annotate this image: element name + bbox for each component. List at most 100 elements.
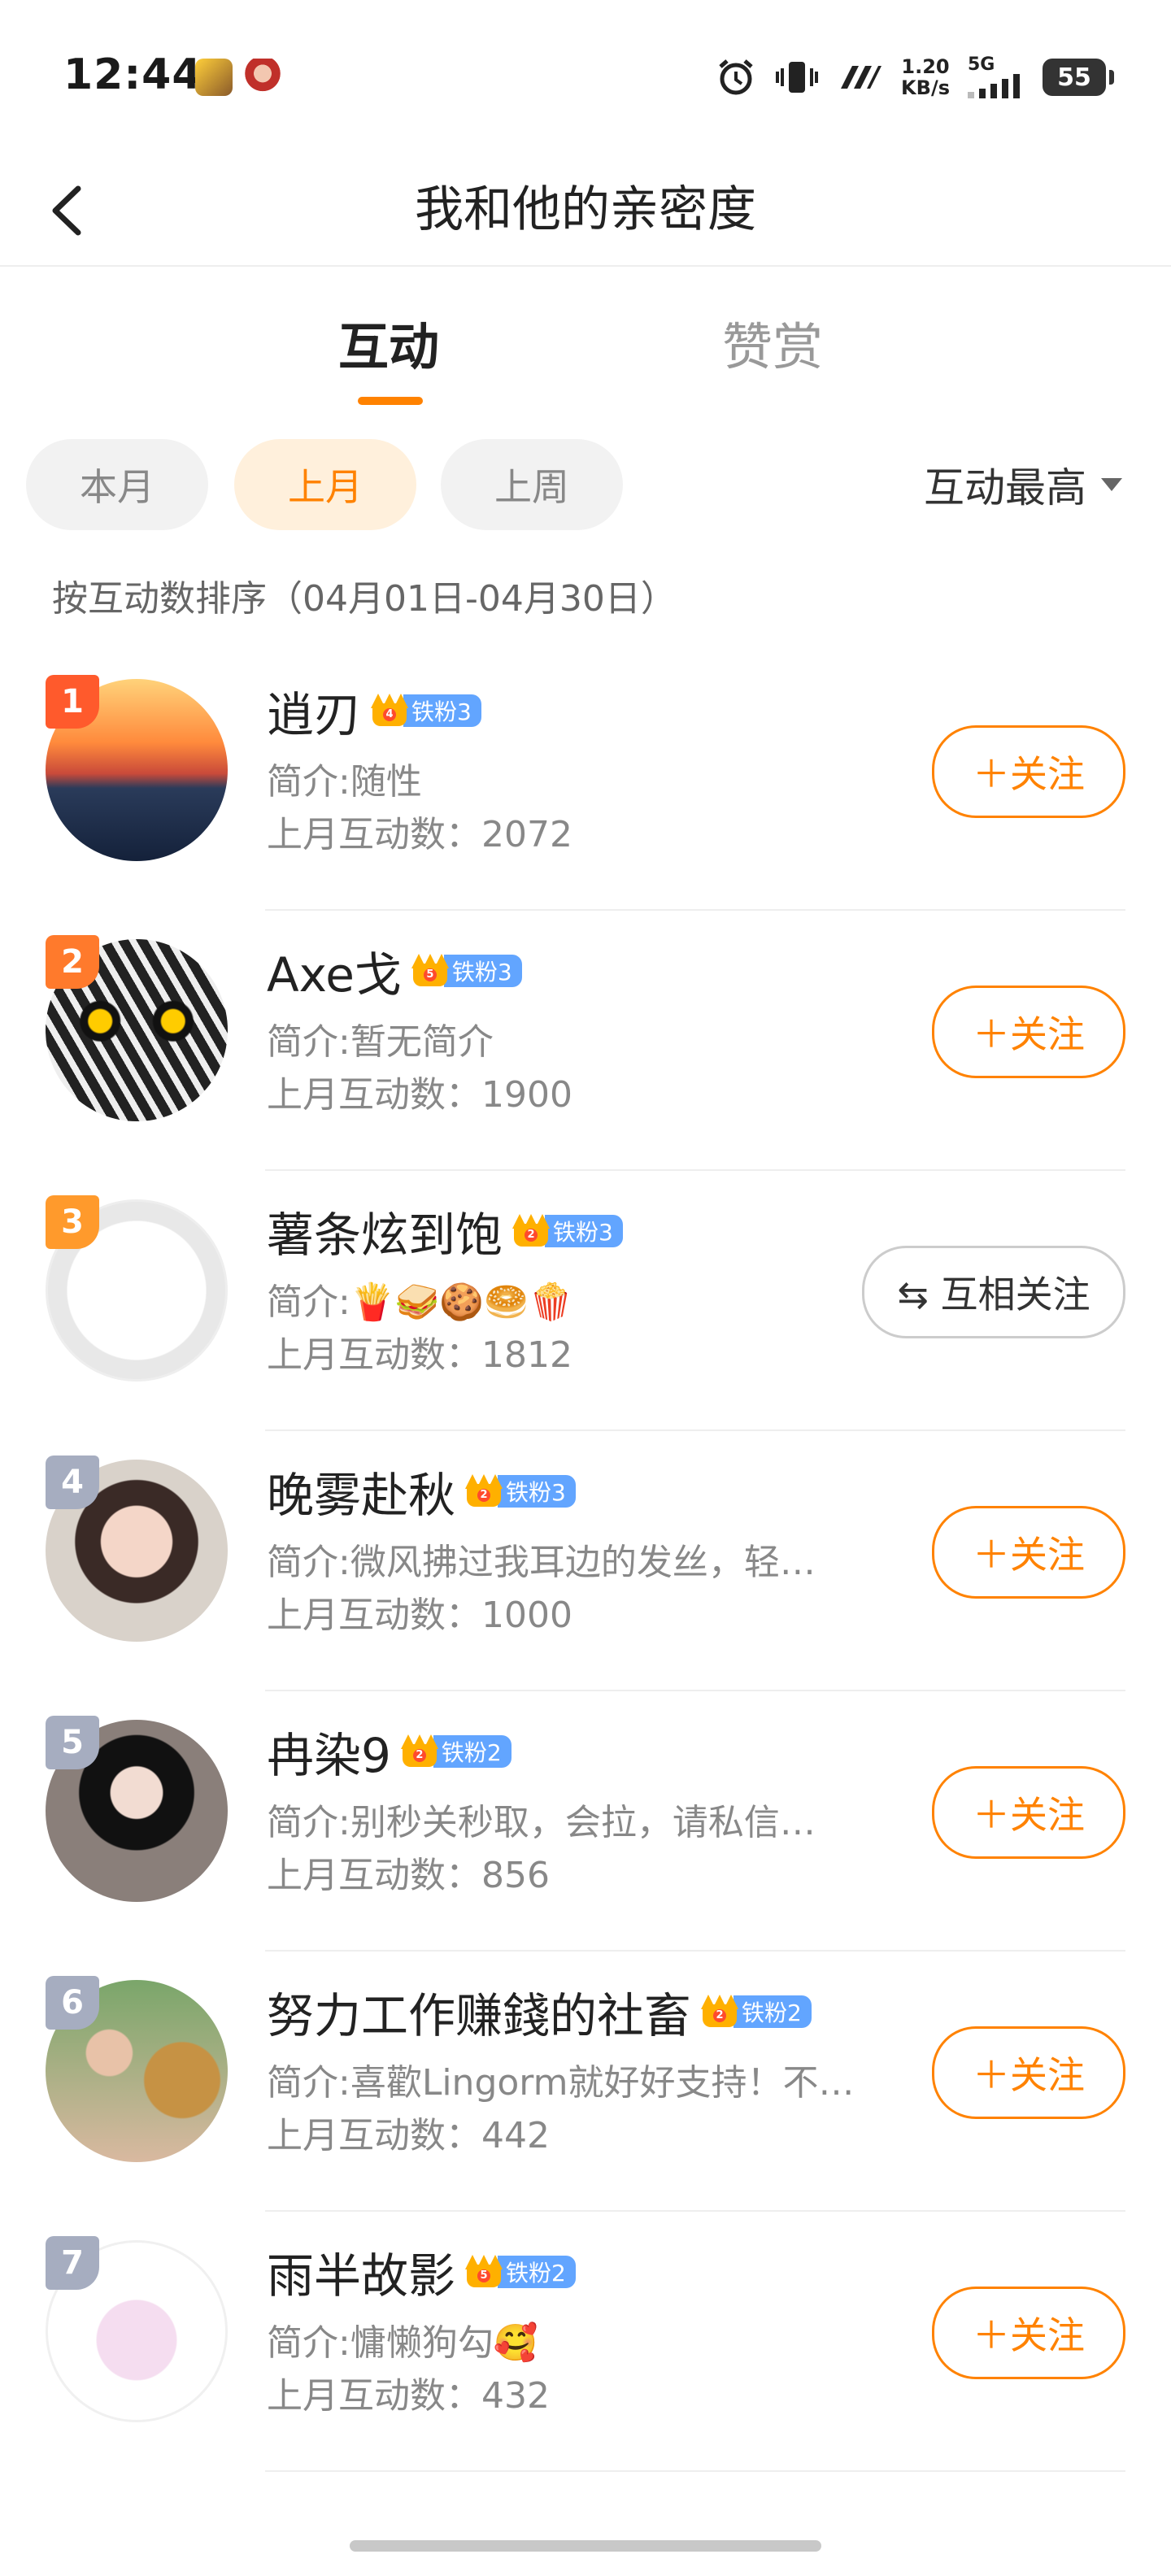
user-intro: 简介:慵懒狗勾🥰 (267, 2322, 538, 2364)
list-item[interactable]: 3 薯条炫到饱 2 铁粉3 简介:🍟🥪🍪🥯🍿 上月互动数：1812 ⇆ 互相关注 (0, 1171, 1171, 1431)
caret-down-icon (1101, 478, 1122, 491)
crown-level: 2 (713, 2009, 727, 2022)
chevron-left-icon[interactable] (41, 182, 98, 239)
name-line: 努力工作赚錢的社畜 2 铁粉2 (267, 1978, 812, 2046)
mutual-follow-button[interactable]: ⇆ 互相关注 (862, 1246, 1125, 1338)
user-name[interactable]: 逍刃 (267, 677, 361, 745)
user-intro: 简介:微风拂过我耳边的发丝，轻… (267, 1542, 816, 1583)
home-indicator[interactable] (350, 2540, 821, 2552)
rank-badge: 6 (46, 1976, 99, 2030)
interaction-count: 上月互动数：1812 (267, 1334, 572, 1376)
user-intro: 简介:别秒关秒取，会拉，请私信… (267, 1802, 816, 1843)
interaction-count: 上月互动数：442 (267, 2115, 550, 2156)
name-line: 逍刃 4 铁粉3 (267, 677, 481, 745)
fan-badge[interactable]: 2 铁粉3 (465, 1473, 576, 1510)
crown-icon: 2 (465, 1473, 503, 1510)
crown-icon: 5 (465, 2253, 503, 2291)
rank-badge: 1 (46, 675, 99, 729)
user-list: 1 逍刃 4 铁粉3 简介:随性 上月互动数：2072 ＋关注 2 Axe戈 5… (0, 651, 1171, 2472)
fan-level-label: 铁粉2 (734, 1995, 812, 2028)
nfc-icon (841, 66, 882, 89)
follow-button[interactable]: ＋关注 (932, 1506, 1125, 1599)
crown-icon: 2 (701, 1993, 739, 2030)
fan-level-label: 铁粉3 (443, 955, 522, 987)
header: 我和他的亲密度 (0, 154, 1171, 267)
name-line: 雨半故影 5 铁粉2 (267, 2238, 576, 2306)
list-item[interactable]: 1 逍刃 4 铁粉3 简介:随性 上月互动数：2072 ＋关注 (0, 651, 1171, 911)
name-line: 冉染9 2 铁粉2 (267, 1717, 511, 1786)
sort-range-text: 按互动数排序（04月01日-04月30日） (52, 578, 677, 620)
follow-button[interactable]: ＋关注 (932, 725, 1125, 818)
follow-button[interactable]: ＋关注 (932, 986, 1125, 1078)
user-name[interactable]: 努力工作赚錢的社畜 (267, 1978, 691, 2046)
crown-level: 4 (383, 708, 397, 721)
list-item[interactable]: 6 努力工作赚錢的社畜 2 铁粉2 简介:喜歡Lingorm就好好支持！不… 上… (0, 1952, 1171, 2212)
battery-icon: 55 (1043, 59, 1114, 96)
crown-level: 2 (525, 1229, 538, 1242)
page-title: 我和他的亲密度 (415, 181, 756, 238)
interaction-count: 上月互动数：1000 (267, 1595, 572, 1636)
fan-level-label: 铁粉3 (498, 1475, 576, 1508)
list-item[interactable]: 7 雨半故影 5 铁粉2 简介:慵懒狗勾🥰 上月互动数：432 ＋关注 (0, 2212, 1171, 2472)
fan-badge[interactable]: 2 铁粉2 (701, 1993, 812, 2030)
list-item[interactable]: 2 Axe戈 5 铁粉3 简介:暂无简介 上月互动数：1900 ＋关注 (0, 911, 1171, 1171)
net-speed-value: 1.20 (901, 55, 950, 78)
list-item[interactable]: 5 冉染9 2 铁粉2 简介:别秒关秒取，会拉，请私信… 上月互动数：856 ＋… (0, 1691, 1171, 1952)
follow-button[interactable]: ＋关注 (932, 2026, 1125, 2119)
filter-last-month[interactable]: 上月 (234, 439, 416, 530)
crown-level: 5 (423, 968, 437, 981)
user-intro: 简介:暂无简介 (267, 1021, 494, 1063)
sort-label: 互动最高 (924, 464, 1086, 511)
user-name[interactable]: 晚雾赴秋 (267, 1457, 455, 1525)
tab-interaction[interactable]: 互动 (338, 306, 439, 379)
rank-badge: 5 (46, 1716, 99, 1769)
name-line: 薯条炫到饱 2 铁粉3 (267, 1197, 623, 1265)
status-bar: 12:44 1.20 KB/s 5G 55 (0, 0, 1171, 154)
interaction-count: 上月互动数：856 (267, 1855, 550, 1896)
follow-button[interactable]: ＋关注 (932, 1766, 1125, 1859)
tab-active-indicator (358, 397, 423, 405)
filter-last-week[interactable]: 上周 (441, 439, 623, 530)
avatar-app-icon (244, 59, 281, 96)
interaction-count: 上月互动数：2072 (267, 814, 572, 855)
row-divider (265, 2470, 1125, 2472)
user-intro: 简介:喜歡Lingorm就好好支持！不… (267, 2062, 855, 2104)
fan-badge[interactable]: 4 铁粉3 (371, 692, 481, 729)
crown-level: 2 (477, 1489, 491, 1502)
user-name[interactable]: 薯条炫到饱 (267, 1197, 503, 1265)
crown-icon: 2 (400, 1733, 438, 1770)
tab-reward[interactable]: 赞赏 (722, 306, 823, 379)
crown-icon: 5 (411, 952, 449, 990)
user-intro: 简介:🍟🥪🍪🥯🍿 (267, 1281, 573, 1323)
user-intro: 简介:随性 (267, 761, 422, 803)
user-name[interactable]: 雨半故影 (267, 2238, 455, 2306)
rank-badge: 3 (46, 1195, 99, 1249)
tab-bar: 互动 赞赏 (0, 276, 1171, 415)
rank-badge: 4 (46, 1456, 99, 1509)
signal-icon: 5G (968, 56, 1025, 98)
interaction-count: 上月互动数：1900 (267, 1074, 572, 1116)
fan-badge[interactable]: 5 铁粉3 (411, 952, 522, 990)
filter-this-month[interactable]: 本月 (26, 439, 208, 530)
status-time: 12:44 (63, 50, 202, 99)
status-right-group: 1.20 KB/s 5G 55 (716, 49, 1114, 106)
user-name[interactable]: 冉染9 (267, 1717, 391, 1786)
crown-level: 2 (412, 1749, 426, 1762)
net-speed: 1.20 KB/s (901, 56, 950, 98)
crown-level: 5 (477, 2269, 491, 2282)
crown-icon: 2 (512, 1212, 551, 1250)
list-item[interactable]: 4 晚雾赴秋 2 铁粉3 简介:微风拂过我耳边的发丝，轻… 上月互动数：1000… (0, 1431, 1171, 1691)
interaction-count: 上月互动数：432 (267, 2375, 550, 2417)
fan-badge[interactable]: 5 铁粉2 (465, 2253, 576, 2291)
network-type: 5G (968, 54, 995, 75)
sort-dropdown[interactable]: 互动最高 (924, 439, 1122, 530)
follow-button[interactable]: ＋关注 (932, 2287, 1125, 2379)
fan-badge[interactable]: 2 铁粉3 (512, 1212, 623, 1250)
rank-badge: 2 (46, 935, 99, 989)
alarm-icon (719, 59, 753, 95)
fan-badge[interactable]: 2 铁粉2 (400, 1733, 511, 1770)
net-speed-unit: KB/s (901, 76, 950, 99)
user-name[interactable]: Axe戈 (267, 937, 402, 1005)
fan-level-label: 铁粉3 (545, 1215, 623, 1247)
crown-icon: 4 (371, 692, 409, 729)
